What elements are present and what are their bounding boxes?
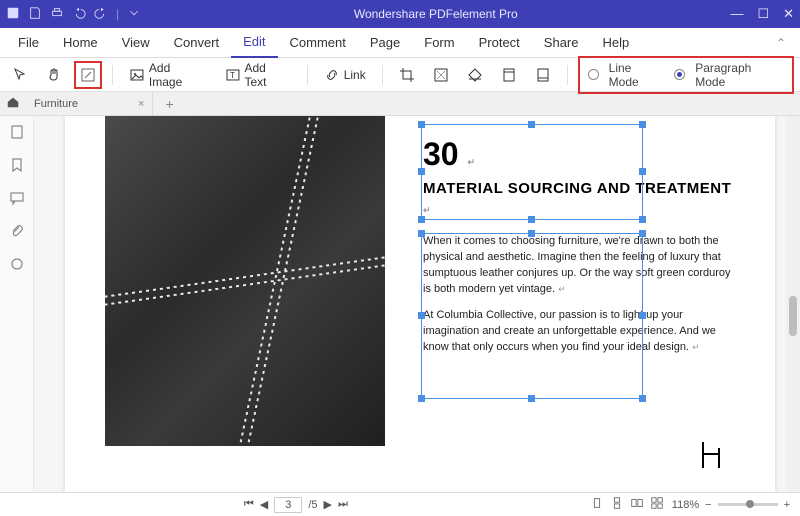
- menu-home[interactable]: Home: [51, 28, 110, 58]
- qat-dropdown-icon[interactable]: [127, 6, 141, 23]
- next-page-icon[interactable]: ▶: [324, 498, 332, 511]
- select-tool[interactable]: [6, 64, 34, 86]
- bates-tool[interactable]: [529, 64, 557, 86]
- menu-edit[interactable]: Edit: [231, 28, 277, 58]
- comments-icon[interactable]: [9, 190, 25, 209]
- menu-page[interactable]: Page: [358, 28, 412, 58]
- title-bar: | Wondershare PDFelement Pro — ☐ ✕: [0, 0, 800, 28]
- edit-object-tool[interactable]: [74, 61, 102, 89]
- line-mode-label: Line Mode: [609, 61, 665, 89]
- link-button[interactable]: Link: [318, 64, 372, 86]
- zoom-control: 118% − +: [672, 499, 790, 511]
- menu-help[interactable]: Help: [591, 28, 642, 58]
- document-tab-label: Furniture: [34, 98, 78, 110]
- scrollbar-thumb[interactable]: [789, 296, 797, 336]
- maximize-button[interactable]: ☐: [757, 6, 769, 22]
- quick-access-toolbar: |: [6, 6, 141, 23]
- app-title: Wondershare PDFelement Pro: [141, 7, 730, 21]
- undo-icon[interactable]: [72, 6, 86, 23]
- document-tab-bar: Furniture × +: [0, 92, 800, 116]
- work-area: 30 ↵ MATERIAL SOURCING AND TREATMENT ↵ W…: [0, 116, 800, 492]
- svg-text:T: T: [230, 70, 235, 79]
- bookmarks-icon[interactable]: [9, 157, 25, 176]
- line-mode-radio[interactable]: [588, 69, 599, 80]
- menu-convert[interactable]: Convert: [162, 28, 232, 58]
- minimize-button[interactable]: —: [730, 6, 743, 22]
- zoom-value[interactable]: 118%: [672, 499, 699, 511]
- collapse-ribbon-icon[interactable]: ⌃: [768, 36, 794, 50]
- home-tab-icon[interactable]: [6, 95, 20, 112]
- add-image-button[interactable]: Add Image: [123, 58, 213, 92]
- paragraph-mode-radio[interactable]: [674, 69, 685, 80]
- first-page-icon[interactable]: ⏮: [244, 498, 254, 511]
- prev-page-icon[interactable]: ◀: [260, 498, 268, 511]
- window-controls: — ☐ ✕: [730, 6, 794, 22]
- edit-toolbar: Add Image TAdd Text Link Line Mode Parag…: [0, 58, 800, 92]
- menu-protect[interactable]: Protect: [467, 28, 532, 58]
- thumbnails-icon[interactable]: [9, 124, 25, 143]
- two-page-continuous-icon[interactable]: [650, 496, 664, 513]
- zoom-slider[interactable]: [718, 503, 778, 506]
- menu-view[interactable]: View: [110, 28, 162, 58]
- page-image: [105, 116, 385, 446]
- menu-comment[interactable]: Comment: [278, 28, 358, 58]
- single-page-icon[interactable]: [590, 496, 604, 513]
- menu-share[interactable]: Share: [532, 28, 591, 58]
- redo-icon[interactable]: [94, 6, 108, 23]
- left-sidebar: [0, 116, 34, 492]
- attachments-icon[interactable]: [9, 223, 25, 242]
- save-icon[interactable]: [28, 6, 42, 23]
- document-tab[interactable]: Furniture ×: [26, 92, 153, 115]
- header-footer-tool[interactable]: [495, 64, 523, 86]
- menu-file[interactable]: File: [6, 28, 51, 58]
- continuous-icon[interactable]: [610, 496, 624, 513]
- two-page-icon[interactable]: [630, 496, 644, 513]
- last-page-icon[interactable]: ⏭: [338, 498, 348, 511]
- page-navigator: ⏮ ◀ 3 /5 ▶ ⏭: [10, 497, 582, 513]
- background-tool[interactable]: [461, 64, 489, 86]
- vertical-scrollbar[interactable]: [786, 116, 800, 492]
- zoom-in-icon[interactable]: +: [784, 499, 790, 511]
- hand-tool[interactable]: [40, 64, 68, 86]
- document-canvas[interactable]: 30 ↵ MATERIAL SOURCING AND TREATMENT ↵ W…: [34, 116, 786, 492]
- menu-bar: File Home View Convert Edit Comment Page…: [0, 28, 800, 58]
- menu-form[interactable]: Form: [412, 28, 466, 58]
- text-selection-box-1[interactable]: [421, 124, 643, 220]
- text-selection-box-2[interactable]: [421, 233, 643, 399]
- status-bar: ⏮ ◀ 3 /5 ▶ ⏭ 118% − +: [0, 492, 800, 516]
- close-tab-icon[interactable]: ×: [138, 98, 144, 110]
- add-text-button[interactable]: TAdd Text: [219, 58, 297, 92]
- paragraph-mode-label: Paragraph Mode: [695, 61, 784, 89]
- zoom-out-icon[interactable]: −: [705, 499, 711, 511]
- pdf-icon[interactable]: [6, 6, 20, 23]
- page-total: /5: [308, 499, 317, 511]
- search-panel-icon[interactable]: [9, 256, 25, 275]
- chair-icon: [699, 440, 725, 478]
- close-button[interactable]: ✕: [783, 6, 794, 22]
- print-icon[interactable]: [50, 6, 64, 23]
- page-current[interactable]: 3: [274, 497, 302, 513]
- edit-mode-group: Line Mode Paragraph Mode: [578, 56, 794, 94]
- new-tab-button[interactable]: +: [159, 96, 179, 112]
- pdf-page: 30 ↵ MATERIAL SOURCING AND TREATMENT ↵ W…: [65, 116, 775, 492]
- view-mode-group: [590, 496, 664, 513]
- watermark-tool[interactable]: [427, 64, 455, 86]
- crop-tool[interactable]: [393, 64, 421, 86]
- page-text-column: 30 ↵ MATERIAL SOURCING AND TREATMENT ↵ W…: [385, 116, 775, 492]
- qat-divider: |: [116, 7, 119, 21]
